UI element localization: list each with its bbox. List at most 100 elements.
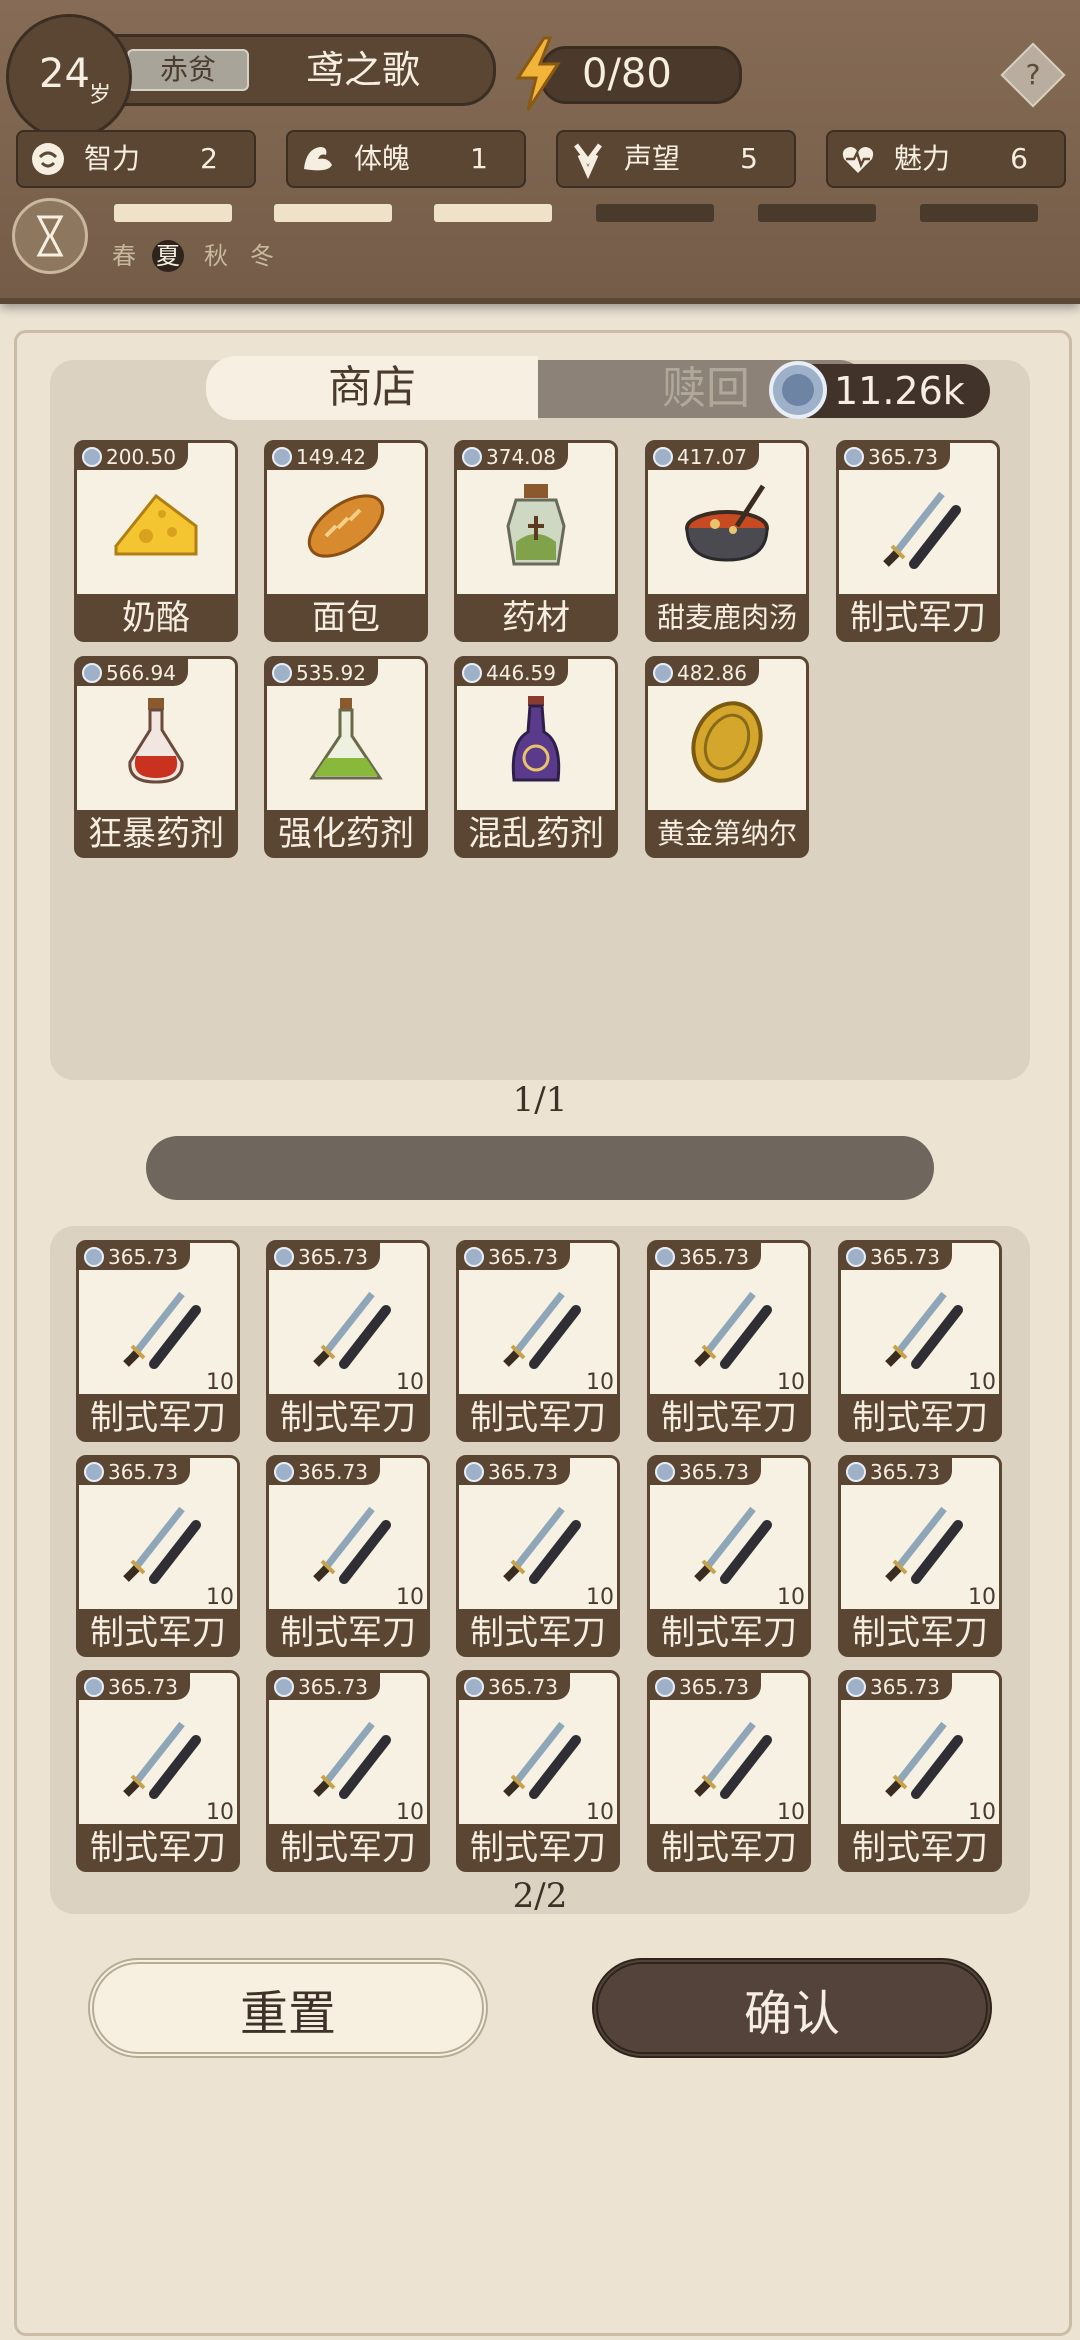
silver-coin-icon: [655, 1677, 675, 1697]
inventory_items-item-card[interactable]: 365.73 10 制式军刀: [456, 1240, 620, 1448]
inventory_items-item-card[interactable]: 365.73 10 制式军刀: [266, 1240, 430, 1448]
attribute-charm[interactable]: 魅力 6: [826, 130, 1066, 188]
price-tag: 149.42: [266, 442, 378, 470]
price-tag: 417.07: [647, 442, 759, 470]
silver-coin-icon: [82, 663, 102, 683]
item-name: 药材: [454, 594, 618, 642]
item-price: 365.73: [298, 1460, 368, 1484]
item-name: 混乱药剂: [454, 810, 618, 858]
attribute-intelligence[interactable]: 智力 2: [16, 130, 256, 188]
saber-icon: [694, 1721, 772, 1799]
energy-value: 0/80: [582, 51, 672, 97]
shop_items-item-card[interactable]: 200.50 奶酪: [74, 440, 238, 648]
season-autumn: 秋: [204, 242, 228, 270]
price-tag: 365.73: [268, 1242, 380, 1270]
red-potion-icon: [128, 698, 184, 784]
item-price: 365.73: [868, 445, 938, 469]
inventory_items-item-card[interactable]: 365.73 10 制式军刀: [76, 1455, 240, 1663]
silver-coin-icon: [84, 1677, 104, 1697]
shop_items-item-card[interactable]: 482.86 黄金第纳尔: [645, 656, 809, 864]
inventory_items-item-card[interactable]: 365.73 10 制式军刀: [76, 1240, 240, 1448]
inventory_items-item-card[interactable]: 365.73 10 制式军刀: [456, 1670, 620, 1878]
item-count: 10: [968, 1370, 996, 1395]
age-badge: 24 岁: [6, 14, 132, 140]
muscle-icon: [304, 147, 332, 171]
item-name: 制式军刀: [838, 1824, 1002, 1872]
inventory_items-item-card[interactable]: 365.73 10 制式军刀: [456, 1455, 620, 1663]
item-count: 10: [396, 1800, 424, 1825]
inventory_items-item-card[interactable]: 365.73 10 制式军刀: [266, 1455, 430, 1663]
attribute-reputation[interactable]: 声望 5: [556, 130, 796, 188]
attribute-label: 体魄: [354, 142, 411, 175]
silver-coin-icon: [84, 1462, 104, 1482]
shop-page-indicator: 1/1: [512, 1080, 568, 1120]
heart-icon: [842, 147, 874, 173]
item-count: 10: [777, 1800, 805, 1825]
season-summer: 夏: [152, 240, 184, 272]
item-name: 制式军刀: [266, 1824, 430, 1872]
inventory_items-item-card[interactable]: 365.73 10 制式军刀: [838, 1240, 1002, 1448]
item-name: 甜麦鹿肉汤: [645, 594, 809, 642]
shop_items-item-card[interactable]: 365.73 制式军刀: [836, 440, 1000, 648]
item-name: 制式军刀: [836, 594, 1000, 642]
saber-icon: [883, 491, 961, 569]
age-value: 24: [39, 51, 90, 97]
item-name: 制式军刀: [456, 1394, 620, 1442]
inventory_items-item-card[interactable]: 365.73 10 制式军刀: [838, 1455, 1002, 1663]
item-price: 365.73: [870, 1460, 940, 1484]
green-potion-icon: [309, 698, 383, 780]
attribute-physique[interactable]: 体魄 1: [286, 130, 526, 188]
shop_items-item-card[interactable]: 149.42 面包: [264, 440, 428, 648]
inventory_items-item-card[interactable]: 365.73 10 制式军刀: [647, 1240, 811, 1448]
item-count: 10: [777, 1370, 805, 1395]
saber-icon: [694, 1291, 772, 1369]
inventory_items-item-card[interactable]: 365.73 10 制式军刀: [647, 1670, 811, 1878]
item-name: 强化药剂: [264, 810, 428, 858]
shop_items-item-card[interactable]: 374.08 药材: [454, 440, 618, 648]
purple-potion-icon: [511, 696, 561, 782]
help-glyph: ?: [1025, 58, 1041, 91]
tab-shop[interactable]: 商店: [206, 356, 538, 420]
bread-icon: [307, 494, 385, 558]
silver-coin-icon: [272, 447, 292, 467]
saber-icon: [503, 1291, 581, 1369]
saber-icon: [313, 1721, 391, 1799]
price-tag: 374.08: [456, 442, 568, 470]
item-name: 黄金第纳尔: [645, 810, 809, 858]
inventory_items-item-card[interactable]: 365.73 10 制式军刀: [647, 1455, 811, 1663]
item-price: 365.73: [870, 1245, 940, 1269]
price-tag: 365.73: [840, 1242, 952, 1270]
inventory_items-item-card[interactable]: 365.73 10 制式军刀: [76, 1670, 240, 1878]
inventory_items-item-card[interactable]: 365.73 10 制式军刀: [838, 1670, 1002, 1878]
silver-coin-icon: [464, 1247, 484, 1267]
confirm-button[interactable]: 确认: [592, 1958, 992, 2058]
hourglass-icon[interactable]: [12, 198, 88, 274]
item-name: 制式军刀: [838, 1609, 1002, 1657]
item-count: 10: [968, 1800, 996, 1825]
help-icon[interactable]: ?: [1000, 42, 1066, 108]
item-name: 制式军刀: [76, 1609, 240, 1657]
gold-coin-icon: [691, 701, 763, 783]
shop_items-item-card[interactable]: 417.07 甜麦鹿肉汤: [645, 440, 809, 648]
silver-coin-icon: [655, 1462, 675, 1482]
shop_items-item-card[interactable]: 446.59 混乱药剂: [454, 656, 618, 864]
shop_items-item-card[interactable]: 566.94 狂暴药剂: [74, 656, 238, 864]
item-price: 200.50: [106, 445, 176, 469]
attribute-value: 2: [200, 142, 218, 175]
item-price: 365.73: [298, 1675, 368, 1699]
price-tag: 365.73: [649, 1457, 761, 1485]
inventory_items-item-card[interactable]: 365.73 10 制式军刀: [266, 1670, 430, 1878]
attribute-label: 魅力: [894, 142, 951, 175]
saber-icon: [885, 1721, 963, 1799]
silver-coin-icon: [844, 447, 864, 467]
cheese-icon: [114, 493, 198, 556]
reset-button[interactable]: 重置: [88, 1958, 488, 2058]
item-price: 365.73: [298, 1245, 368, 1269]
shop_items-item-card[interactable]: 535.92 强化药剂: [264, 656, 428, 864]
item-price: 417.07: [677, 445, 747, 469]
price-tag: 482.86: [647, 658, 759, 686]
silver-coin-icon: [464, 1677, 484, 1697]
price-tag: 365.73: [840, 1457, 952, 1485]
item-name: 制式军刀: [456, 1824, 620, 1872]
price-tag: 365.73: [840, 1672, 952, 1700]
